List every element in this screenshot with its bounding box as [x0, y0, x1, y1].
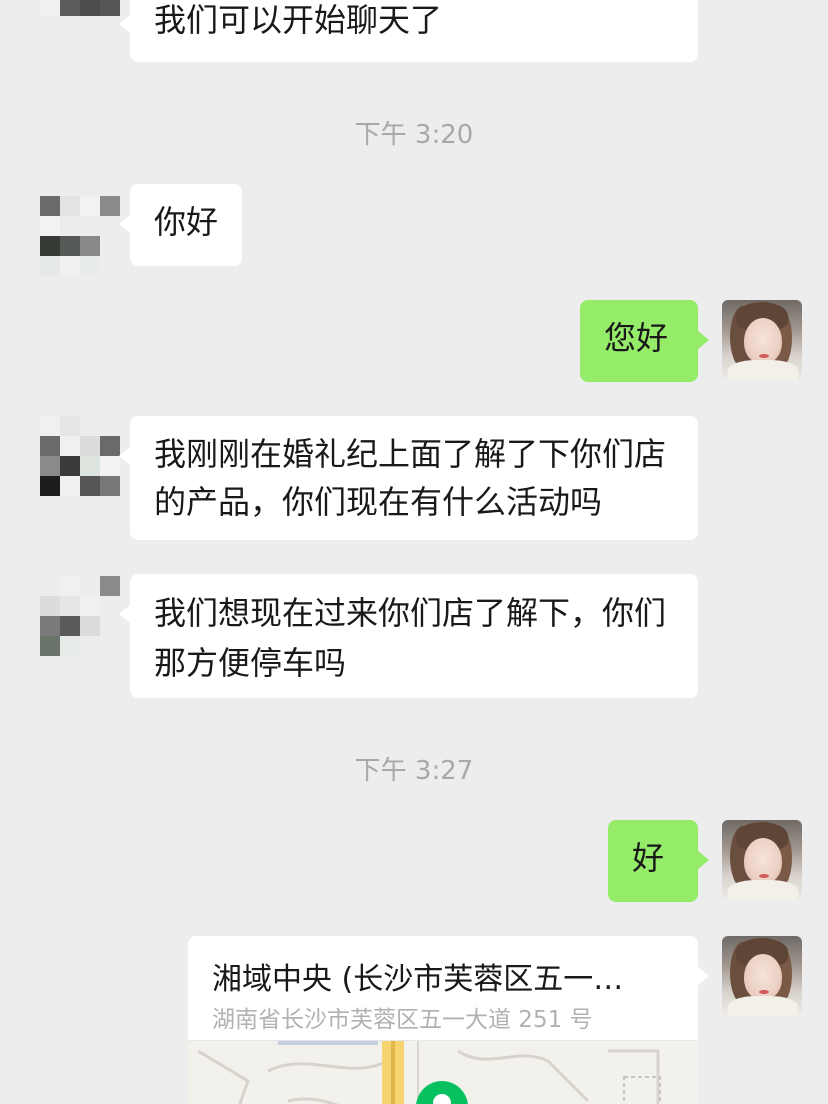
location-address: 湖南省长沙市芙蓉区五一大道 251 号 — [212, 1007, 593, 1033]
message-text: 我们可以开始聊天了 — [154, 1, 443, 39]
message-text: 我刚刚在婚礼纪上面了解了下你们店的产品，你们现在有什么活动吗 — [154, 435, 667, 521]
message-bubble-incoming[interactable]: 你好 — [118, 184, 243, 266]
message-text: 我们想现在过来你们店了解下，你们那方便停车吗 — [154, 594, 667, 682]
message-bubble-incoming[interactable]: 我刚刚在婚礼纪上面了解了下你们店的产品，你们现在有什么活动吗 — [119, 416, 698, 540]
timestamp: 下午 3:20 — [354, 120, 474, 150]
location-title: 湘域中央 (长沙市芙蓉区五一… — [212, 962, 624, 997]
message-bubble-incoming[interactable]: 我们可以开始聊天了 — [119, 0, 698, 62]
message-text: 你好 — [154, 203, 219, 241]
message-bubble-incoming[interactable]: 我们想现在过来你们店了解下，你们那方便停车吗 — [119, 574, 698, 698]
location-map[interactable] — [188, 1040, 698, 1104]
contact-avatar[interactable] — [40, 196, 120, 276]
contact-avatar[interactable] — [40, 0, 120, 36]
user-avatar[interactable] — [722, 820, 802, 900]
message-bubble-outgoing[interactable]: 好 — [608, 820, 709, 902]
location-bubble-tail — [697, 966, 709, 986]
message-text: 您好 — [604, 319, 669, 357]
user-avatar[interactable] — [722, 300, 802, 380]
user-avatar[interactable] — [722, 936, 802, 1016]
timestamp: 下午 3:27 — [354, 756, 474, 786]
message-text: 好 — [632, 839, 665, 877]
contact-avatar[interactable] — [40, 576, 120, 656]
message-bubble-outgoing[interactable]: 您好 — [580, 300, 709, 382]
location-card[interactable]: 湘域中央 (长沙市芙蓉区五一… 湖南省长沙市芙蓉区五一大道 251 号 — [188, 936, 698, 1104]
contact-avatar[interactable] — [40, 416, 120, 496]
